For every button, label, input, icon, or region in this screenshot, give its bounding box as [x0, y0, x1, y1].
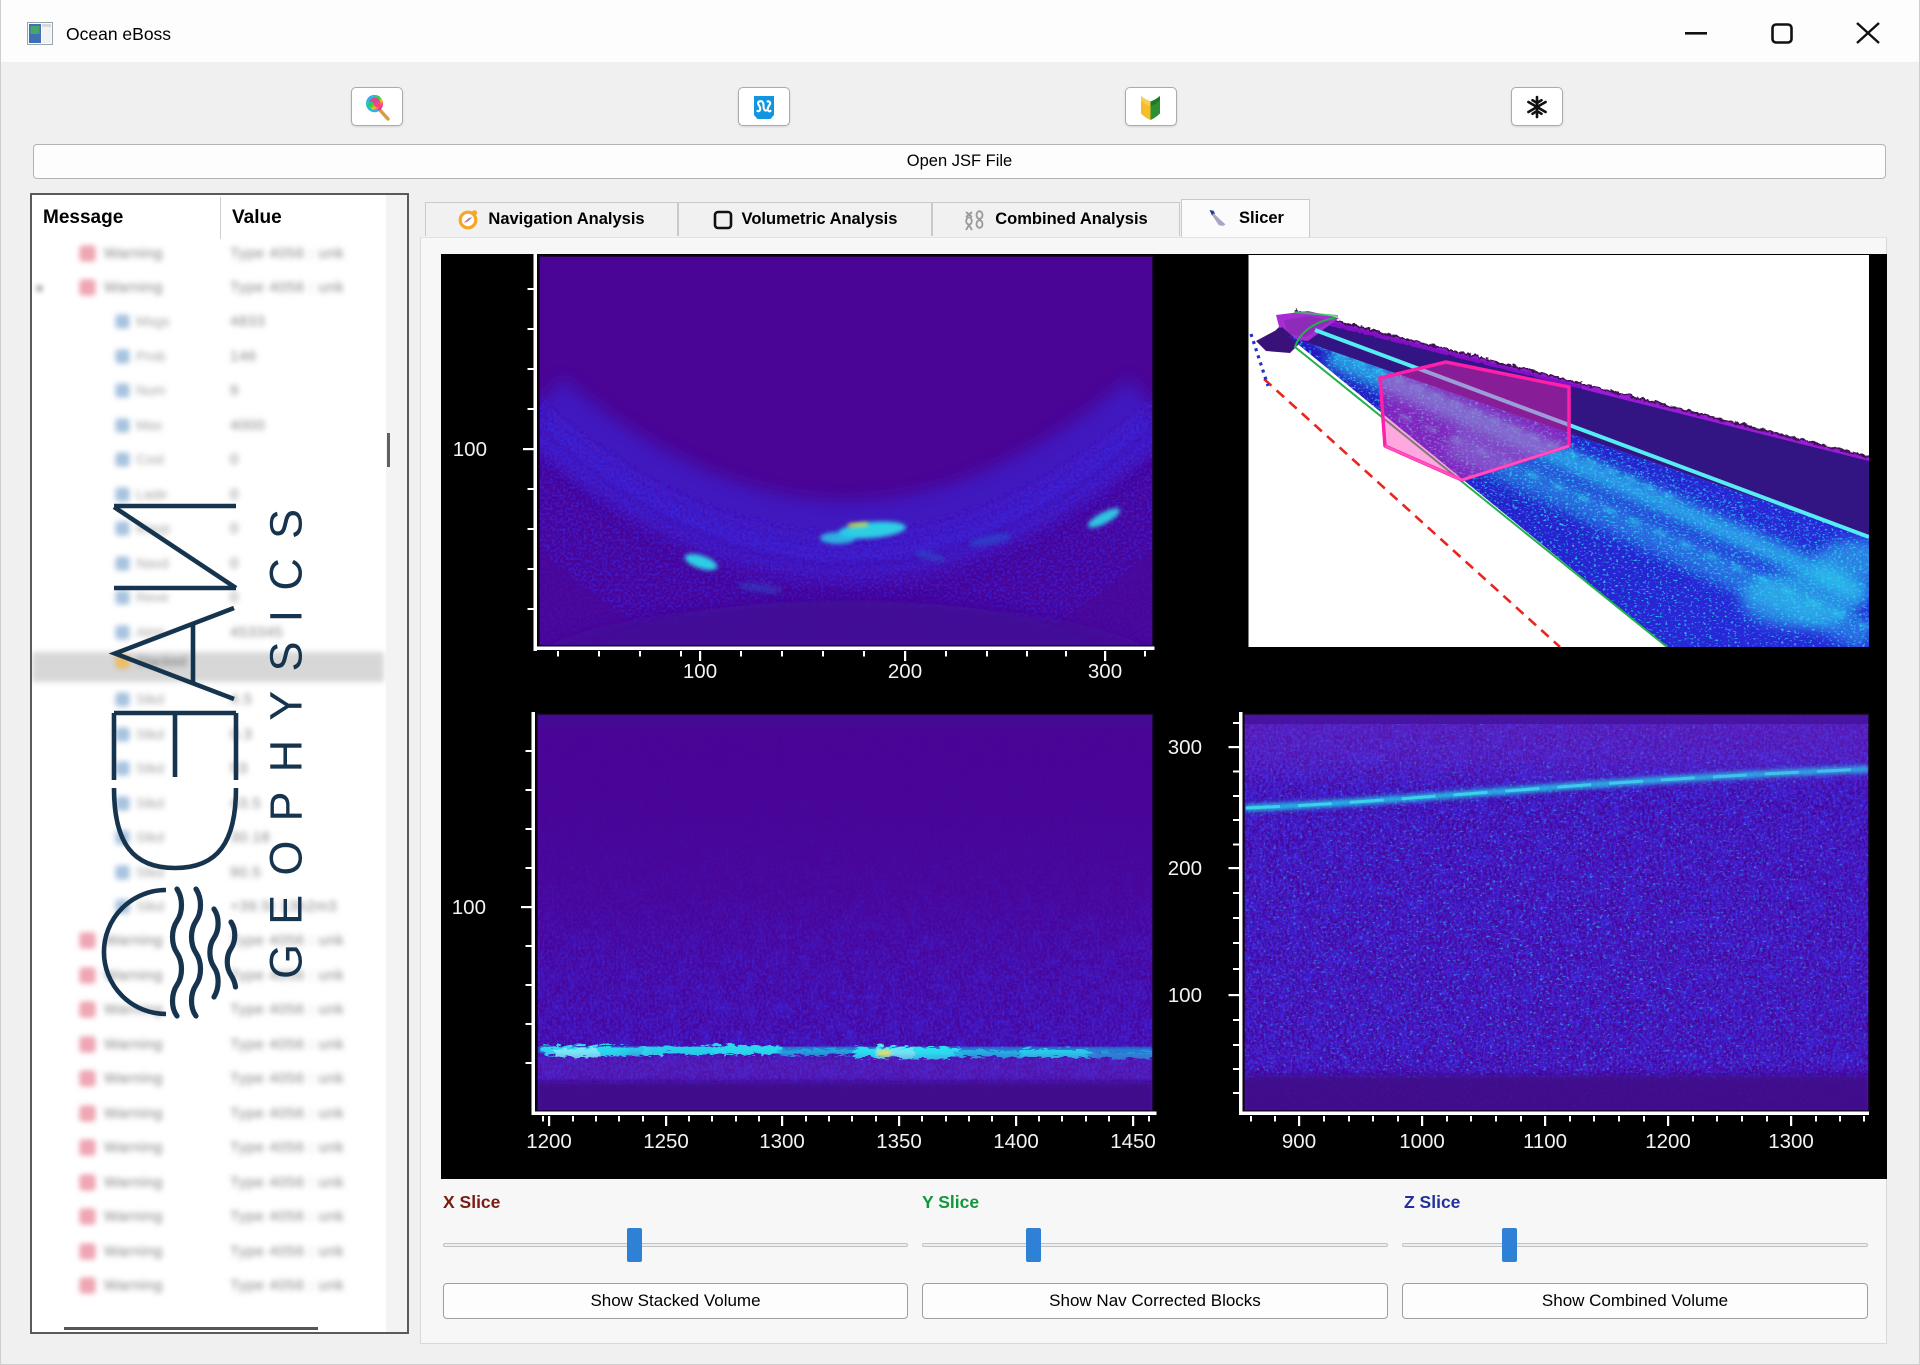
svg-text:1250: 1250: [643, 1130, 689, 1153]
svg-text:1400: 1400: [993, 1130, 1039, 1153]
svg-text:100: 100: [452, 896, 486, 919]
svg-text:1450: 1450: [1110, 1130, 1156, 1153]
svg-text:200: 200: [1168, 857, 1202, 880]
svg-text:300: 300: [1168, 736, 1202, 759]
svg-text:1200: 1200: [1645, 1130, 1691, 1153]
svg-text:100: 100: [683, 660, 717, 683]
svg-text:300: 300: [1088, 660, 1122, 683]
svg-text:1000: 1000: [1399, 1130, 1445, 1153]
svg-text:200: 200: [888, 660, 922, 683]
svg-text:100: 100: [1168, 984, 1202, 1007]
svg-text:1200: 1200: [526, 1130, 572, 1153]
svg-text:1100: 1100: [1523, 1130, 1567, 1153]
svg-text:1350: 1350: [876, 1130, 922, 1153]
svg-text:GEOPHYSICS: GEOPHYSICS: [261, 497, 312, 979]
svg-text:900: 900: [1282, 1130, 1316, 1153]
svg-text:1300: 1300: [1768, 1130, 1814, 1153]
svg-text:100: 100: [453, 438, 487, 461]
svg-text:1300: 1300: [759, 1130, 805, 1153]
